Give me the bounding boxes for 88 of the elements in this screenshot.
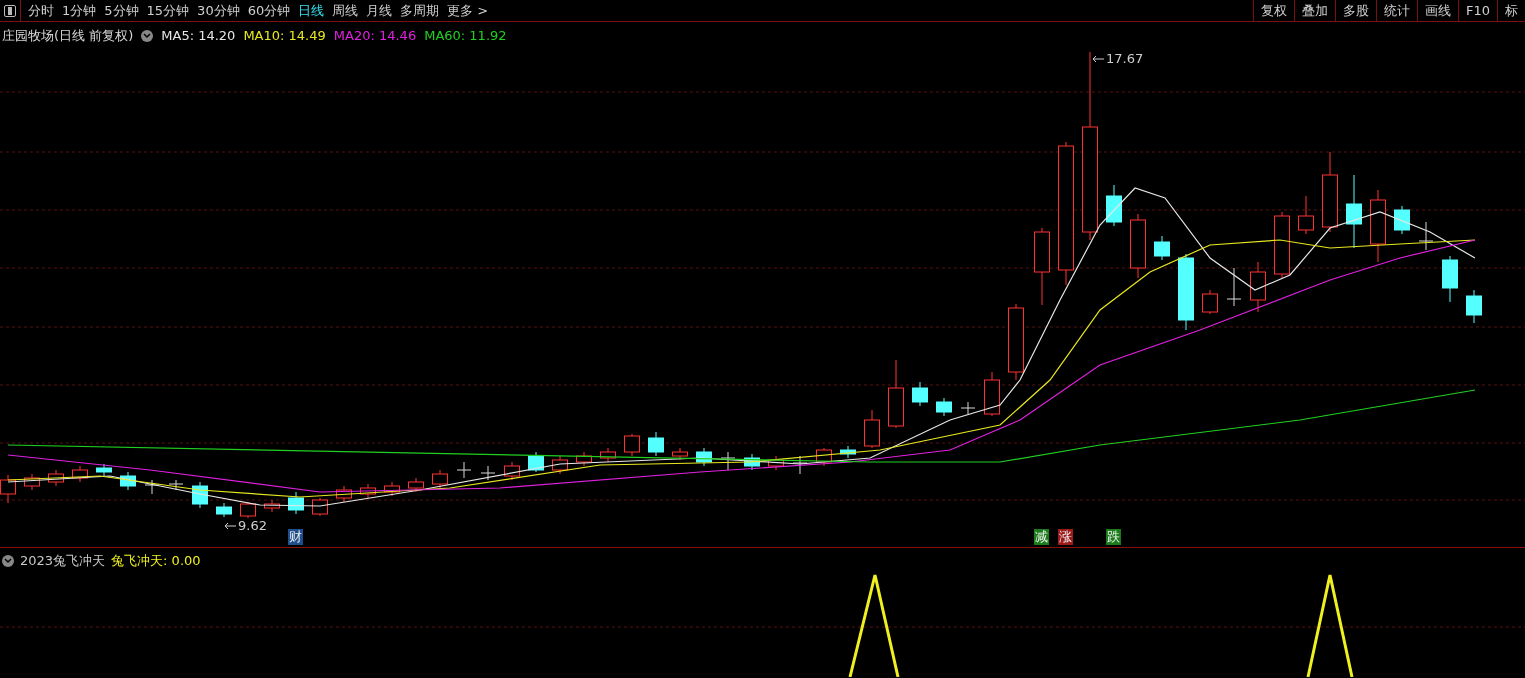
period-tab[interactable]: 更多 >	[446, 0, 490, 21]
candlestick	[24, 473, 40, 491]
candlestick	[1394, 205, 1410, 235]
candlestick	[672, 447, 688, 461]
candlestick	[360, 483, 376, 499]
candlestick	[1418, 221, 1434, 251]
candlestick	[192, 481, 208, 509]
candlestick	[624, 433, 640, 457]
candlestick	[960, 401, 976, 415]
candlestick	[984, 371, 1000, 417]
period-tab[interactable]: 5分钟	[103, 0, 140, 21]
candlestick	[432, 469, 448, 489]
arrow-icon	[224, 521, 236, 530]
candlestick	[1130, 213, 1146, 279]
toolbar-button[interactable]: 叠加	[1293, 0, 1335, 21]
candlestick	[72, 465, 88, 483]
period-tab[interactable]: 60分钟	[246, 0, 292, 21]
low-price-label: 9.62	[238, 517, 267, 535]
candlestick	[1274, 211, 1290, 279]
candlestick	[1298, 195, 1314, 235]
period-tab[interactable]: 月线	[365, 0, 394, 21]
candlestick	[456, 461, 472, 479]
candlestick	[720, 451, 736, 471]
candlestick	[744, 453, 760, 471]
candlestick	[264, 499, 280, 513]
event-marker[interactable]: 减	[1034, 529, 1049, 545]
candlestick	[552, 455, 568, 475]
candlestick	[600, 447, 616, 463]
candlestick	[840, 445, 856, 459]
candlestick	[1154, 235, 1170, 261]
dropdown-icon[interactable]	[141, 29, 154, 42]
candlestick	[768, 455, 784, 471]
candlestick	[864, 409, 880, 449]
indicator-value: 兔飞冲天: 0.00	[111, 552, 201, 570]
candlestick	[888, 359, 904, 429]
candlestick	[312, 497, 328, 517]
moving-average-value: MA10: 14.49	[243, 27, 326, 45]
candlestick	[936, 397, 952, 417]
toolbar-button[interactable]: 多股	[1334, 0, 1376, 21]
candlestick	[336, 485, 352, 503]
dropdown-icon[interactable]	[2, 554, 14, 567]
indicator-name: 2023兔飞冲天	[20, 552, 106, 570]
period-tab[interactable]: 15分钟	[145, 0, 191, 21]
period-tab[interactable]: 30分钟	[196, 0, 241, 21]
candlestick	[648, 431, 664, 457]
toolbar-button[interactable]: F10	[1457, 0, 1497, 21]
candlestick	[480, 465, 496, 481]
moving-average-value: MA20: 14.46	[333, 27, 417, 45]
candlestick	[504, 461, 520, 481]
period-tab[interactable]: 1分钟	[61, 0, 98, 21]
candlestick	[912, 381, 928, 407]
period-tab[interactable]: 日线	[297, 0, 326, 21]
event-marker[interactable]: 跌	[1106, 529, 1121, 545]
arrow-icon	[1092, 54, 1104, 63]
event-marker[interactable]: 财	[288, 529, 303, 545]
candlestick	[408, 477, 424, 493]
moving-average-value: MA60: 11.92	[424, 27, 507, 45]
candlestick	[168, 479, 184, 491]
candlestick	[120, 471, 136, 491]
toolbar-button[interactable]: 统计	[1375, 0, 1417, 21]
toolbar-button[interactable]: 画线	[1416, 0, 1458, 21]
candlestick	[1106, 184, 1122, 227]
candlestick	[288, 491, 304, 515]
period-tab[interactable]: 分时	[27, 0, 55, 21]
candlestick	[576, 451, 592, 467]
candlestick	[48, 469, 64, 487]
chart-title: 庄园牧场(日线 前复权)	[2, 27, 134, 45]
candlestick	[96, 463, 112, 477]
moving-average-value: MA5: 14.20	[161, 27, 236, 45]
candlestick	[528, 451, 544, 473]
candlestick	[1250, 261, 1266, 313]
candlestick	[1442, 255, 1458, 303]
candlestick	[696, 447, 712, 467]
candlestick	[792, 455, 808, 475]
panel-icon[interactable]	[4, 4, 16, 17]
toolbar-button[interactable]: 复权	[1252, 0, 1294, 21]
event-marker[interactable]: 涨	[1058, 529, 1073, 545]
candlestick	[1202, 289, 1218, 315]
high-price-label: 17.67	[1106, 50, 1144, 68]
candlestick	[1226, 267, 1242, 307]
candlestick	[384, 481, 400, 497]
candlestick	[216, 502, 232, 518]
period-tab[interactable]: 周线	[331, 0, 360, 21]
candlestick	[240, 501, 256, 519]
candlestick	[1466, 289, 1482, 324]
toolbar-button[interactable]: 标	[1497, 0, 1525, 21]
candlestick	[816, 447, 832, 467]
period-tab[interactable]: 多周期	[399, 0, 441, 21]
